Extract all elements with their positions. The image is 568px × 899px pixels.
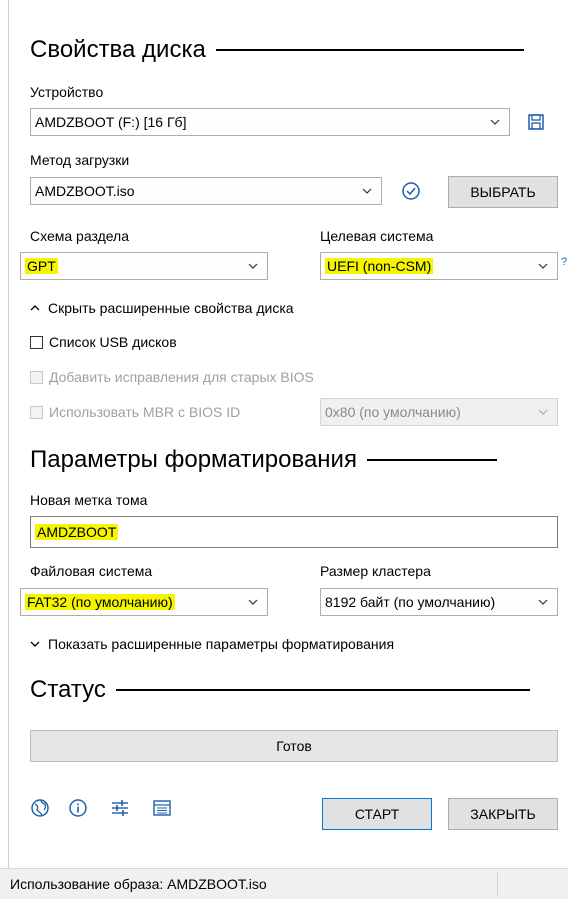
chevron-down-icon: [248, 263, 258, 269]
save-icon[interactable]: [527, 113, 545, 131]
heading-rule: [115, 689, 530, 691]
target-system-value: UEFI (non-CSM): [325, 258, 434, 274]
show-advanced-format-toggle[interactable]: Показать расширенные параметры форматиро…: [30, 636, 394, 652]
volume-label-label: Новая метка тома: [30, 492, 148, 508]
globe-icon[interactable]: [30, 798, 50, 818]
chevron-down-icon: [538, 599, 548, 605]
filesystem-label: Файловая система: [30, 563, 153, 579]
format-options-title: Параметры форматирования: [30, 446, 357, 473]
info-icon[interactable]: [68, 798, 88, 818]
chevron-down-icon: [538, 263, 548, 269]
chevron-down-icon: [30, 641, 40, 647]
check-circle-icon[interactable]: [401, 181, 421, 201]
log-icon[interactable]: [152, 798, 172, 818]
chevron-down-icon: [538, 409, 548, 415]
bios-fixes-checkbox[interactable]: Добавить исправления для старых BIOS: [30, 369, 314, 385]
settings-sliders-icon[interactable]: [110, 798, 130, 818]
checkbox-box[interactable]: [30, 370, 43, 384]
boot-method-label: Метод загрузки: [30, 152, 130, 168]
format-options-heading: Параметры форматирования: [30, 446, 497, 474]
volume-label-value: AMDZBOOT: [35, 524, 119, 540]
status-bar-text: Использование образа: AMDZBOOT.iso: [10, 876, 267, 892]
device-label: Устройство: [30, 84, 104, 100]
show-advanced-format-label: Показать расширенные параметры форматиро…: [48, 636, 395, 652]
heading-rule: [215, 49, 524, 51]
status-heading: Статус: [30, 676, 530, 704]
select-button[interactable]: ВЫБРАТЬ: [448, 176, 558, 208]
target-system-label: Целевая система: [320, 228, 434, 244]
help-mark[interactable]: ?: [561, 256, 567, 268]
close-button[interactable]: ЗАКРЫТЬ: [448, 798, 558, 830]
volume-label-input[interactable]: AMDZBOOT: [30, 516, 558, 548]
boot-method-dropdown[interactable]: AMDZBOOT.iso: [30, 177, 382, 205]
mbr-bios-label: Использовать MBR с BIOS ID: [49, 404, 241, 420]
partition-scheme-dropdown[interactable]: GPT: [20, 252, 268, 280]
bios-fixes-label: Добавить исправления для старых BIOS: [49, 369, 314, 385]
chevron-down-icon: [248, 599, 258, 605]
cluster-size-label: Размер кластера: [320, 563, 431, 579]
start-button[interactable]: СТАРТ: [322, 798, 432, 830]
target-system-dropdown[interactable]: UEFI (non-CSM): [320, 252, 558, 280]
status-title: Статус: [30, 676, 106, 703]
checkbox-box[interactable]: [30, 405, 43, 419]
partition-scheme-value: GPT: [25, 258, 58, 274]
chevron-down-icon: [362, 188, 372, 194]
drive-properties-heading: Свойства диска: [30, 36, 524, 64]
checkbox-box[interactable]: [30, 335, 43, 349]
hide-advanced-drive-label: Скрыть расширенные свойства диска: [48, 300, 294, 316]
usb-list-label: Список USB дисков: [49, 334, 177, 350]
hide-advanced-drive-toggle[interactable]: Скрыть расширенные свойства диска: [30, 300, 294, 316]
chevron-down-icon: [490, 119, 500, 125]
window-left-edge: [8, 0, 9, 868]
boot-method-value: AMDZBOOT.iso: [35, 183, 135, 199]
device-dropdown[interactable]: AMDZBOOT (F:) [16 Гб]: [30, 108, 510, 136]
status-bar-separator: [497, 873, 498, 897]
bios-id-value: 0x80 (по умолчанию): [325, 404, 461, 420]
cluster-size-value: 8192 байт (по умолчанию): [325, 594, 496, 610]
filesystem-dropdown[interactable]: FAT32 (по умолчанию): [20, 588, 268, 616]
chevron-up-icon: [30, 305, 40, 311]
usb-list-checkbox[interactable]: Список USB дисков: [30, 334, 177, 350]
heading-rule: [366, 459, 497, 461]
cluster-size-dropdown[interactable]: 8192 байт (по умолчанию): [320, 588, 558, 616]
filesystem-value: FAT32 (по умолчанию): [25, 594, 175, 610]
status-bar: Использование образа: AMDZBOOT.iso: [0, 868, 568, 899]
partition-scheme-label: Схема раздела: [30, 228, 130, 244]
mbr-bios-checkbox[interactable]: Использовать MBR с BIOS ID: [30, 404, 240, 420]
status-progress-bar: Готов: [30, 730, 558, 762]
bios-id-dropdown[interactable]: 0x80 (по умолчанию): [320, 398, 558, 426]
drive-properties-title: Свойства диска: [30, 36, 206, 63]
device-value: AMDZBOOT (F:) [16 Гб]: [35, 114, 187, 130]
